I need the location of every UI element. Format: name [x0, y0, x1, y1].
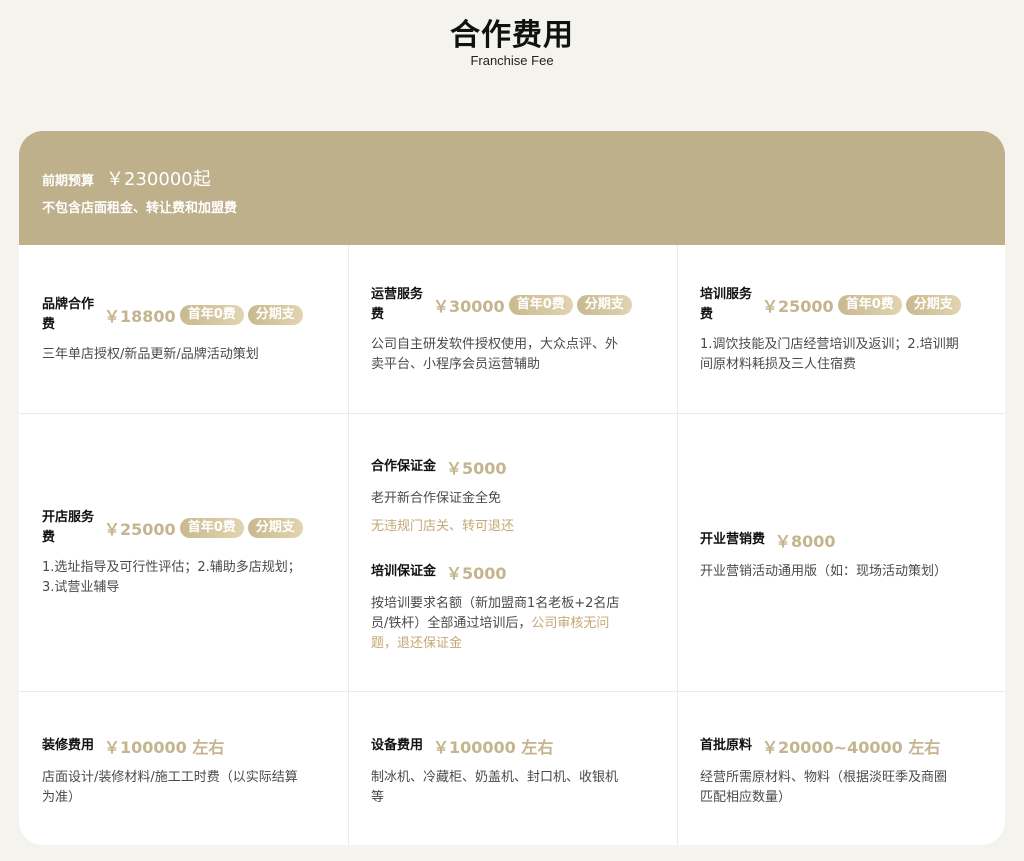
item-desc: 按培训要求名额（新加盟商1名老板+2名店 员/铁杆）全部通过培训后，公司审核无问题… — [371, 596, 620, 651]
installment-tag: 分期支 — [247, 518, 303, 538]
item-price: ￥25000 — [762, 297, 834, 316]
page-subtitle: Franchise Fee — [470, 53, 554, 68]
fee-item-renovation: 装修费用 ￥100000 左右 店面设计/装修材料/施工工时费（以实际结算 为准） — [42, 734, 371, 808]
budget-label: 前期预算 — [42, 174, 95, 189]
free-first-year-tag: 首年0费 — [837, 295, 902, 315]
item-price: ￥5000 — [446, 459, 507, 478]
fee-item-marketing: 开业营销费 ￥8000 开业营销活动通用版（如：现场活动策划） — [700, 528, 1005, 582]
fee-item-training: 培训服务费 ￥25000 首年0费 分期支 1.调饮技能及门店经营培训及返训；2… — [700, 285, 1005, 375]
item-price: ￥18800 — [104, 307, 176, 326]
item-desc: 公司自主研发软件授权使用，大众点评、外 卖平台、小程序会员运营辅助 — [371, 337, 619, 372]
item-desc: 1.调饮技能及门店经营培训及返训；2.培训期 间原材料耗损及三人住宿费 — [700, 337, 959, 372]
item-name: 开店服务费 — [42, 510, 95, 545]
item-name: 装修费用 — [42, 738, 95, 753]
fee-item-opening: 开店服务费 ￥25000 首年0费 分期支 1.选址指导及可行性评估；2.辅助多… — [42, 508, 371, 598]
fee-item-brand: 品牌合作费 ￥18800 首年0费 分期支 三年单店授权/新品更新/品牌活动策划 — [42, 295, 371, 365]
item-desc: 制冰机、冷藏柜、奶盖机、封口机、收银机等 — [371, 770, 619, 805]
page-title: 合作费用 — [450, 18, 574, 53]
item-price: ￥25000 — [104, 520, 176, 539]
free-first-year-tag: 首年0费 — [179, 518, 244, 538]
item-name: 品牌合作费 — [42, 297, 95, 332]
budget-amount: ￥230000起 — [106, 169, 211, 190]
budget-note: 不包含店面租金、转让费和加盟费 — [42, 201, 238, 216]
fee-item-deposit: 合作保证金 ￥5000 老开新合作保证金全免 无违规门店关、转可退还 — [371, 455, 700, 537]
fee-item-materials: 首批原料 ￥20000~40000 左右 经营所需原材料、物料（根据淡旺季及商圈… — [700, 734, 1005, 808]
installment-tag: 分期支 — [576, 295, 632, 315]
free-first-year-tag: 首年0费 — [508, 295, 573, 315]
item-price: ￥20000~40000 左右 — [762, 738, 941, 757]
item-name: 开业营销费 — [700, 532, 766, 547]
item-desc: 店面设计/装修材料/施工工时费（以实际结算 为准） — [42, 770, 298, 805]
item-price: ￥100000 左右 — [104, 738, 225, 757]
item-price: ￥100000 左右 — [433, 738, 554, 757]
item-desc: 开业营销活动通用版（如：现场活动策划） — [700, 564, 948, 579]
item-price: ￥5000 — [446, 564, 507, 583]
budget-header: 前期预算 ￥230000起 不包含店面租金、转让费和加盟费 — [19, 131, 1005, 245]
item-price: ￥8000 — [775, 532, 836, 551]
fee-item-training-deposit: 培训保证金 ￥5000 按培训要求名额（新加盟商1名老板+2名店 员/铁杆）全部通… — [371, 560, 700, 654]
fee-item-equipment: 设备费用 ￥100000 左右 制冰机、冷藏柜、奶盖机、封口机、收银机等 — [371, 734, 700, 808]
item-name: 设备费用 — [371, 738, 424, 753]
budget-line: 前期预算 ￥230000起 — [42, 165, 211, 191]
installment-tag: 分期支 — [247, 305, 303, 325]
item-desc: 经营所需原材料、物料（根据淡旺季及商圈 匹配相应数量） — [700, 770, 948, 805]
item-note: 无违规门店关、转可退还 — [371, 519, 515, 534]
divider — [19, 691, 1005, 692]
item-desc: 老开新合作保证金全免 — [371, 491, 502, 506]
installment-tag: 分期支 — [905, 295, 961, 315]
fee-card: 前期预算 ￥230000起 不包含店面租金、转让费和加盟费 品牌合作费 ￥188… — [19, 131, 1005, 845]
item-price: ￥30000 — [433, 297, 505, 316]
item-desc: 1.选址指导及可行性评估；2.辅助多店规划； 3.试营业辅导 — [42, 560, 301, 595]
free-first-year-tag: 首年0费 — [179, 305, 244, 325]
item-name: 培训保证金 — [371, 564, 437, 579]
divider — [19, 413, 1005, 414]
item-desc: 三年单店授权/新品更新/品牌活动策划 — [42, 347, 259, 362]
item-name: 首批原料 — [700, 738, 753, 753]
fee-item-operation: 运营服务费 ￥30000 首年0费 分期支 公司自主研发软件授权使用，大众点评、… — [371, 285, 700, 375]
item-name: 培训服务费 — [700, 287, 753, 322]
item-name: 运营服务费 — [371, 287, 424, 322]
item-name: 合作保证金 — [371, 459, 437, 474]
